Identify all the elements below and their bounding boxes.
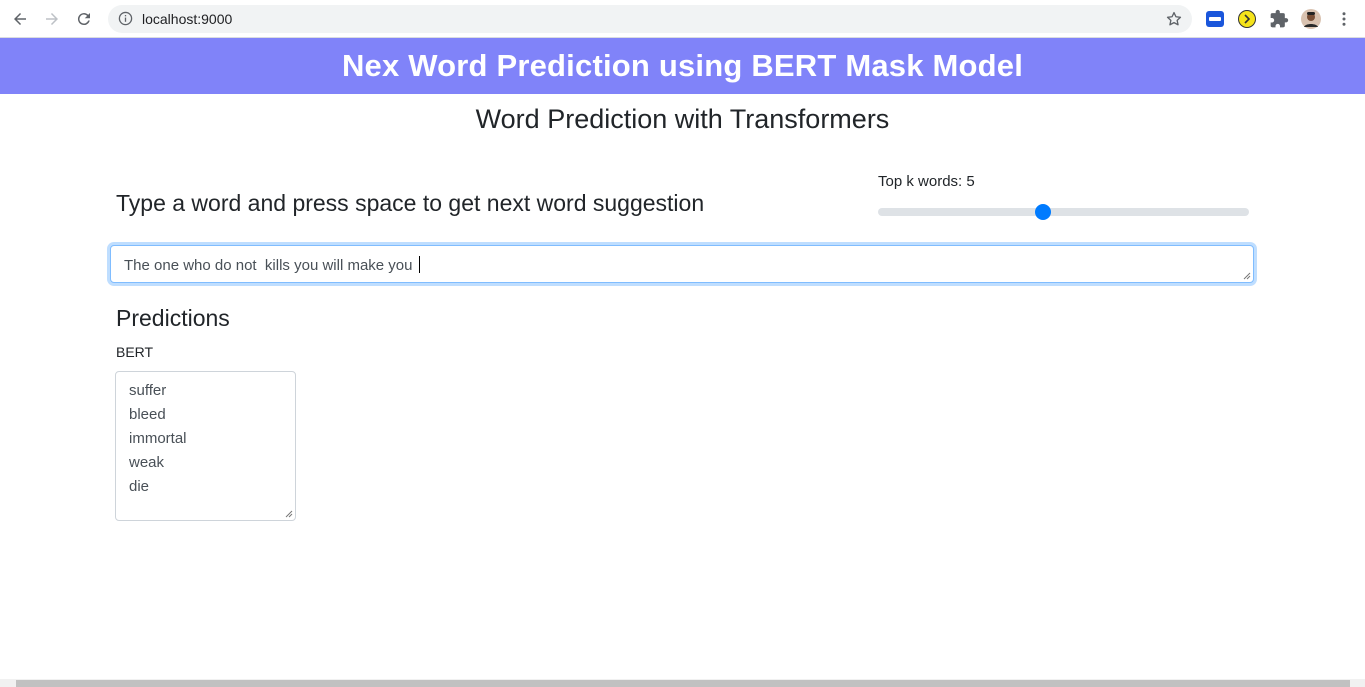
- resize-grip-icon[interactable]: [285, 510, 293, 518]
- forward-icon[interactable]: [40, 7, 64, 31]
- horizontal-scrollbar[interactable]: [0, 679, 1365, 687]
- prediction-item: die: [129, 478, 150, 495]
- resize-grip-icon[interactable]: [1243, 272, 1251, 280]
- prediction-item: weak: [129, 454, 165, 471]
- info-icon[interactable]: [118, 11, 133, 26]
- slider-thumb[interactable]: [1035, 204, 1051, 220]
- menu-dots-icon[interactable]: [1332, 7, 1356, 31]
- prediction-item: bleed: [129, 406, 166, 423]
- page-header: Nex Word Prediction using BERT Mask Mode…: [0, 38, 1365, 94]
- prediction-item: immortal: [129, 430, 187, 447]
- word-input-value: The one who do not kills you will make y…: [124, 256, 420, 274]
- reload-icon[interactable]: [72, 7, 96, 31]
- extension-blue-icon[interactable]: [1205, 9, 1225, 29]
- scrollbar-thumb[interactable]: [16, 680, 1350, 687]
- address-bar[interactable]: localhost:9000: [108, 5, 1192, 33]
- predictions-heading: Predictions: [116, 305, 230, 331]
- page-title: Nex Word Prediction using BERT Mask Mode…: [341, 48, 1024, 83]
- page-subtitle: Word Prediction with Transformers: [475, 104, 890, 134]
- text-caret: [418, 256, 420, 273]
- instruction-heading: Type a word and press space to get next …: [116, 190, 705, 216]
- back-icon[interactable]: [8, 7, 32, 31]
- browser-toolbar: localhost:9000: [0, 0, 1365, 38]
- avatar[interactable]: [1301, 9, 1321, 29]
- prediction-item: suffer: [129, 382, 167, 399]
- url-text: localhost:9000: [142, 11, 233, 27]
- extension-yellow-icon[interactable]: [1237, 9, 1257, 29]
- topk-label: Top k words: 5: [878, 173, 975, 190]
- word-input[interactable]: The one who do not kills you will make y…: [110, 245, 1254, 283]
- predictions-textarea[interactable]: suffer bleed immortal weak die: [115, 371, 296, 521]
- slider-track[interactable]: [878, 208, 1249, 216]
- model-label: BERT: [116, 344, 154, 360]
- bookmark-star-icon[interactable]: [1165, 10, 1183, 28]
- topk-slider[interactable]: [878, 203, 1249, 221]
- extensions-puzzle-icon[interactable]: [1269, 9, 1289, 29]
